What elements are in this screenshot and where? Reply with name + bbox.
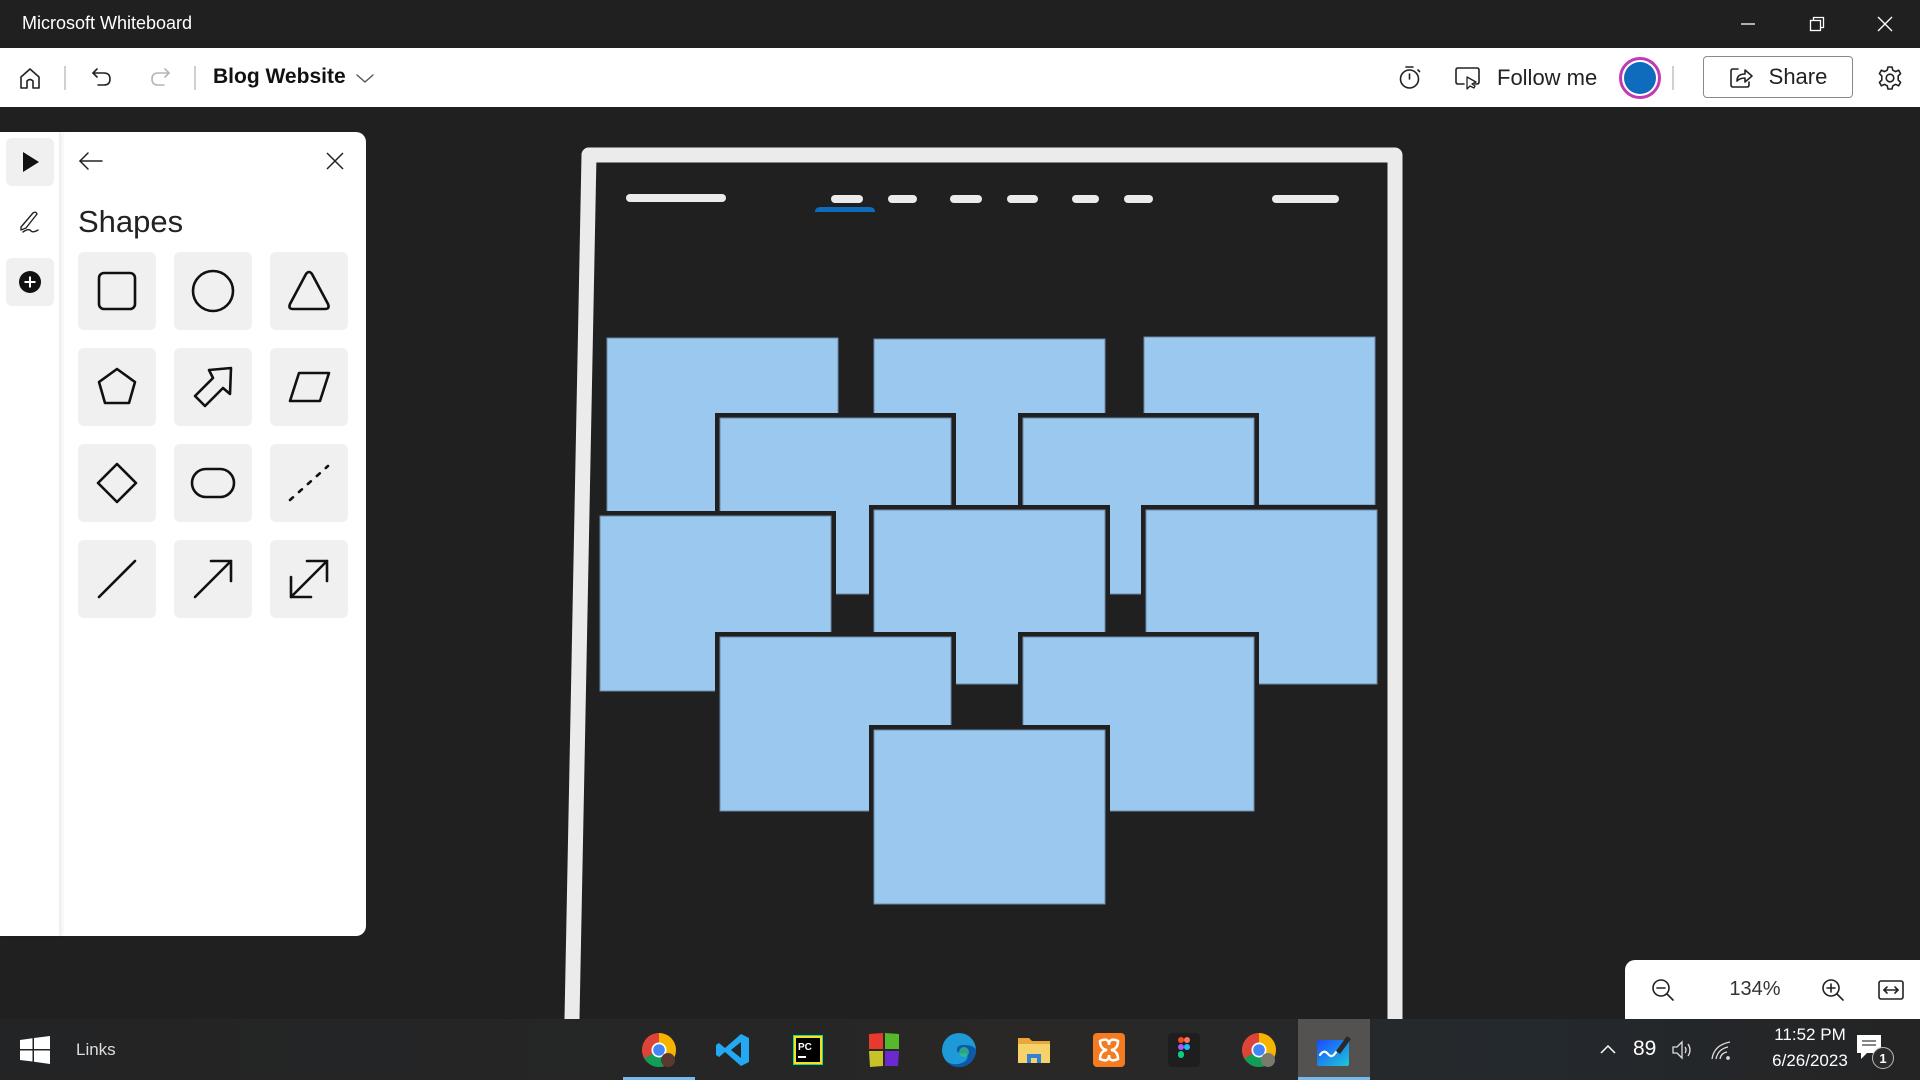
pointer-icon: [23, 152, 39, 172]
shape-circle[interactable]: [174, 252, 252, 330]
whiteboard-icon: [1317, 1035, 1351, 1066]
taskbar: Links PC 89 11:52 PM 6/26/2023 1: [0, 1019, 1920, 1080]
triangle-icon: [288, 270, 330, 311]
nav-active-underline[interactable]: [815, 207, 875, 212]
tool-rail: [0, 132, 60, 936]
folder-icon: [1018, 1037, 1050, 1063]
shape-double-arrow[interactable]: [270, 540, 348, 618]
parallelogram-icon: [288, 371, 331, 403]
arrow-left-icon: [78, 152, 103, 170]
taskbar-app-xampp[interactable]: [1073, 1019, 1145, 1080]
zoom-out-button[interactable]: [1645, 972, 1681, 1008]
taskbar-app-file-explorer[interactable]: [998, 1019, 1070, 1080]
taskbar-app-pycharm[interactable]: PC: [772, 1019, 844, 1080]
start-button[interactable]: [20, 1036, 50, 1064]
pentagon-icon: [97, 367, 137, 405]
close-icon: [326, 152, 344, 170]
pycharm-icon: PC: [793, 1034, 823, 1065]
battery-level[interactable]: 89: [1633, 1037, 1656, 1061]
wireframe-frame-left[interactable]: [564, 147, 597, 1019]
shape-triangle[interactable]: [270, 252, 348, 330]
zoom-out-icon: [1652, 979, 1674, 1001]
zoom-in-icon: [1822, 979, 1844, 1001]
zoom-in-button[interactable]: [1815, 972, 1851, 1008]
store-icon: [869, 1032, 899, 1067]
shape-stadium[interactable]: [174, 444, 252, 522]
shape-pentagon[interactable]: [78, 348, 156, 426]
taskbar-app-edge[interactable]: [923, 1019, 995, 1080]
square-icon: [97, 271, 137, 311]
shape-block-arrow[interactable]: [174, 348, 252, 426]
shape-arrow[interactable]: [174, 540, 252, 618]
taskbar-app-whiteboard[interactable]: [1298, 1019, 1370, 1080]
windows-logo-icon: [20, 1036, 50, 1064]
shape-line[interactable]: [78, 540, 156, 618]
close-panel-button[interactable]: [320, 146, 350, 176]
zoom-controls: 134%: [1625, 960, 1920, 1019]
wireframe-cards[interactable]: [595, 336, 1382, 909]
links-toolbar[interactable]: Links: [76, 1040, 116, 1060]
chrome-icon: [642, 1032, 676, 1067]
taskbar-app-store[interactable]: [848, 1019, 920, 1080]
svg-text:PC: PC: [798, 1042, 812, 1053]
shape-parallelogram[interactable]: [270, 348, 348, 426]
stadium-icon: [190, 467, 236, 499]
taskbar-app-chrome[interactable]: [623, 1019, 695, 1080]
inking-tool-button[interactable]: [6, 198, 54, 246]
vscode-icon: [716, 1033, 749, 1066]
clock-time[interactable]: 11:52 PM: [1750, 1025, 1870, 1045]
arrow-icon: [193, 559, 233, 599]
figma-icon: [1168, 1032, 1200, 1067]
zoom-level: 134%: [1729, 978, 1781, 1000]
network-icon[interactable]: [1710, 1039, 1736, 1061]
double-arrow-icon: [289, 559, 329, 599]
show-hidden-icons-chevron[interactable]: [1598, 1039, 1618, 1059]
pen-icon: [20, 211, 39, 233]
diamond-icon: [96, 462, 138, 504]
shape-dashed-line[interactable]: [270, 444, 348, 522]
shape-rounded-square[interactable]: [78, 252, 156, 330]
wireframe-nav[interactable]: [815, 195, 1153, 212]
add-icon: [19, 271, 41, 293]
taskbar-app-figma[interactable]: [1148, 1019, 1220, 1080]
fit-to-screen-button[interactable]: [1873, 972, 1909, 1008]
taskbar-app-vscode[interactable]: [697, 1019, 769, 1080]
panel-title: Shapes: [78, 204, 184, 239]
edge-icon: [942, 1032, 977, 1067]
wireframe-card-11[interactable]: [873, 729, 1106, 905]
dashed-line-icon: [288, 464, 330, 502]
create-button[interactable]: [6, 258, 54, 306]
back-button[interactable]: [76, 146, 106, 176]
fit-width-icon: [1878, 980, 1904, 1000]
line-icon: [97, 559, 137, 599]
volume-icon[interactable]: [1670, 1039, 1696, 1061]
action-center-button[interactable]: 1: [1855, 1033, 1895, 1073]
taskbar-app-chrome-2[interactable]: [1223, 1019, 1295, 1080]
block-arrow-icon: [193, 366, 233, 408]
shape-diamond[interactable]: [78, 444, 156, 522]
chrome-icon: [1242, 1032, 1276, 1067]
shapes-panel: Shapes: [0, 132, 366, 936]
circle-icon: [191, 269, 235, 313]
notification-count: 1: [1872, 1047, 1894, 1069]
select-tool-button[interactable]: [6, 138, 54, 186]
xampp-icon: [1093, 1032, 1125, 1067]
